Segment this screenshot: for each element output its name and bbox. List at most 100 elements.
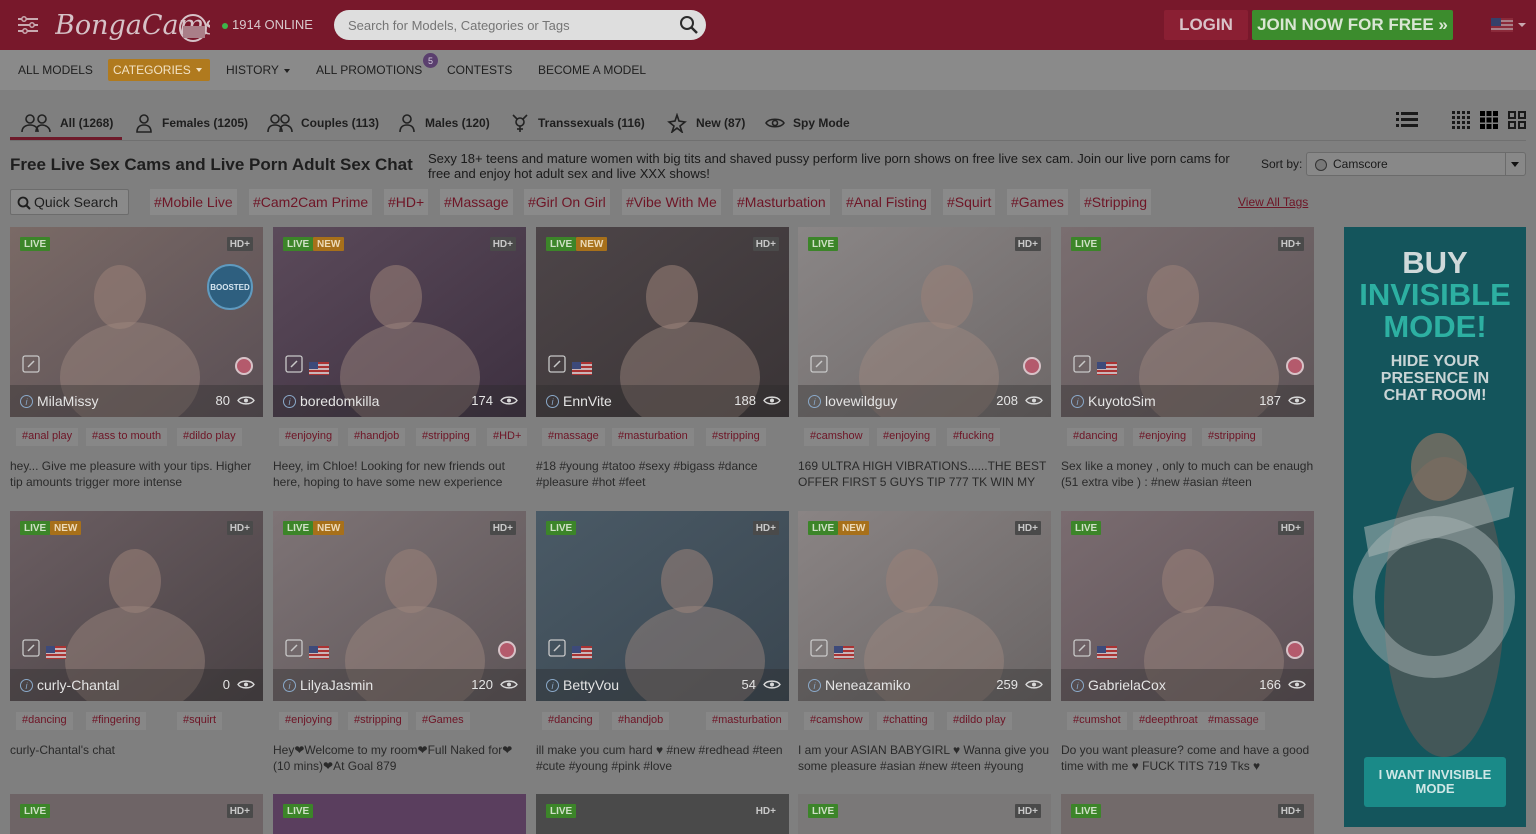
info-icon[interactable]: i	[1071, 679, 1084, 692]
filter-tag[interactable]: #Girl On Girl	[524, 189, 610, 215]
tab-males[interactable]: Males (120)	[397, 113, 490, 133]
filter-tag[interactable]: #Masturbation	[733, 189, 830, 215]
tab-females[interactable]: Females (1205)	[134, 113, 248, 133]
model-tag-label[interactable]: #dildo play	[947, 712, 1012, 730]
model-tag[interactable]: #camshow	[804, 428, 877, 446]
model-tag-label[interactable]: #ass to mouth	[86, 428, 168, 446]
list-view-icon[interactable]	[1396, 111, 1418, 129]
small-grid-icon[interactable]	[1452, 111, 1470, 129]
nav-become-model[interactable]: BECOME A MODEL	[538, 63, 646, 77]
model-name[interactable]: BettyVou	[563, 677, 619, 693]
model-card[interactable]: LIVE	[273, 794, 526, 834]
pin-icon[interactable]	[22, 355, 40, 373]
model-name[interactable]: EnnVite	[563, 393, 612, 409]
model-tag-label[interactable]: #anal play	[16, 428, 79, 446]
info-icon[interactable]: i	[808, 679, 821, 692]
model-tag-label[interactable]: #enjoying	[279, 712, 339, 730]
model-tag-label[interactable]: #chatting	[877, 712, 934, 730]
info-icon[interactable]: i	[546, 679, 559, 692]
pin-icon[interactable]	[548, 355, 566, 373]
filter-tag[interactable]: #Anal Fisting	[842, 189, 931, 215]
model-tag-label[interactable]: #fingering	[86, 712, 147, 730]
model-tag-label[interactable]: #masturbation	[612, 428, 694, 446]
login-button[interactable]: LOGIN	[1164, 10, 1248, 40]
filter-tag[interactable]: #Games	[1007, 189, 1068, 215]
model-card[interactable]: LIVE HD+	[536, 794, 789, 834]
large-grid-icon[interactable]	[1508, 111, 1526, 129]
model-tag[interactable]: #enjoying	[877, 428, 944, 446]
model-tag[interactable]: #HD+	[487, 428, 535, 446]
model-name[interactable]: Neneazamiko	[825, 677, 911, 693]
model-card[interactable]: LIVE HD+ i lovewildguy 208	[798, 227, 1051, 417]
model-name[interactable]: boredomkilla	[300, 393, 379, 409]
model-tag[interactable]: #fucking	[947, 428, 1008, 446]
model-tag[interactable]: #handjob	[612, 712, 677, 730]
pin-icon[interactable]	[810, 355, 828, 373]
logo[interactable]: BongaCams	[55, 8, 210, 44]
info-icon[interactable]: i	[20, 679, 33, 692]
nav-categories[interactable]: CATEGORIES	[108, 59, 210, 81]
nav-history[interactable]: HISTORY	[226, 63, 290, 77]
model-tag[interactable]: #dancing	[542, 712, 607, 730]
model-tag[interactable]: #masturbation	[612, 428, 702, 446]
model-tag-label[interactable]: #camshow	[804, 712, 869, 730]
language-caret-icon[interactable]	[1518, 23, 1526, 27]
model-tag-label[interactable]: #squirt	[177, 712, 223, 730]
model-card[interactable]: LIVE HD+	[1061, 794, 1314, 834]
invisible-mode-button[interactable]: I WANT INVISIBLE MODE	[1364, 757, 1506, 807]
model-tag[interactable]: #fingering	[86, 712, 154, 730]
model-name[interactable]: MilaMissy	[37, 393, 98, 409]
model-card[interactable]: LIVE NEW HD+ i curly-Chantal 0	[10, 511, 263, 701]
model-name[interactable]: curly-Chantal	[37, 677, 119, 693]
model-tag-label[interactable]: #enjoying	[877, 428, 937, 446]
model-card[interactable]: LIVE HD+ i KuyotoSim 187	[1061, 227, 1314, 417]
model-card[interactable]: LIVE NEW HD+ i EnnVite 188	[536, 227, 789, 417]
model-tag[interactable]: #squirt	[177, 712, 230, 730]
model-tag[interactable]: #enjoying	[279, 428, 346, 446]
model-tag-label[interactable]: #stripping	[1202, 428, 1262, 446]
model-tag[interactable]: #Games	[416, 712, 478, 730]
model-tag[interactable]: #stripping	[348, 712, 416, 730]
pin-icon[interactable]	[285, 355, 303, 373]
model-card[interactable]: LIVE NEW HD+ i Neneazamiko 259	[798, 511, 1051, 701]
search-icon[interactable]	[679, 15, 699, 35]
model-tag-label[interactable]: #camshow	[804, 428, 869, 446]
model-card[interactable]: LIVE NEW HD+ i LilyaJasmin 120	[273, 511, 526, 701]
model-tag-label[interactable]: #deepthroat	[1133, 712, 1204, 730]
info-icon[interactable]: i	[808, 395, 821, 408]
sort-select[interactable]: Camscore	[1306, 152, 1526, 176]
model-card[interactable]: LIVE HD+ BOOSTED i MilaMissy 80	[10, 227, 263, 417]
model-tag[interactable]: #deepthroat	[1133, 712, 1212, 730]
model-tag[interactable]: #camshow	[804, 712, 877, 730]
filter-tag[interactable]: #Stripping	[1080, 189, 1152, 215]
search-input[interactable]	[334, 10, 706, 40]
model-tag-label[interactable]: #enjoying	[279, 428, 339, 446]
model-tag-label[interactable]: #masturbation	[706, 712, 788, 730]
model-tag-label[interactable]: #massage	[542, 428, 605, 446]
model-tag-label[interactable]: #stripping	[348, 712, 408, 730]
model-tag-label[interactable]: #HD+	[487, 428, 528, 446]
model-tag-label[interactable]: #fucking	[947, 428, 1000, 446]
model-tag-label[interactable]: #handjob	[612, 712, 670, 730]
model-tag[interactable]: #chatting	[877, 712, 942, 730]
menu-icon[interactable]	[18, 16, 38, 34]
model-card[interactable]: LIVE HD+	[10, 794, 263, 834]
info-icon[interactable]: i	[283, 679, 296, 692]
model-tag[interactable]: #massage	[1202, 712, 1273, 730]
nav-all-promotions[interactable]: ALL PROMOTIONS	[316, 63, 422, 77]
medium-grid-icon[interactable]	[1480, 111, 1498, 129]
tab-transsexuals[interactable]: Transsexuals (116)	[510, 113, 645, 133]
model-tag-label[interactable]: #cumshot	[1067, 712, 1127, 730]
model-name[interactable]: GabrielaCox	[1088, 677, 1166, 693]
model-card[interactable]: LIVE HD+	[798, 794, 1051, 834]
model-tag[interactable]: #enjoying	[279, 712, 346, 730]
join-button[interactable]: JOIN NOW FOR FREE »	[1252, 10, 1453, 40]
pin-icon[interactable]	[548, 639, 566, 657]
filter-tag[interactable]: #Squirt	[943, 189, 996, 215]
model-tag[interactable]: #stripping	[706, 428, 774, 446]
filter-tag[interactable]: #Vibe With Me	[622, 189, 721, 215]
model-tag-label[interactable]: #Games	[416, 712, 470, 730]
model-card[interactable]: LIVE NEW HD+ i boredomkilla 174	[273, 227, 526, 417]
model-card[interactable]: LIVE HD+ i GabrielaCox 166	[1061, 511, 1314, 701]
info-icon[interactable]: i	[1071, 395, 1084, 408]
